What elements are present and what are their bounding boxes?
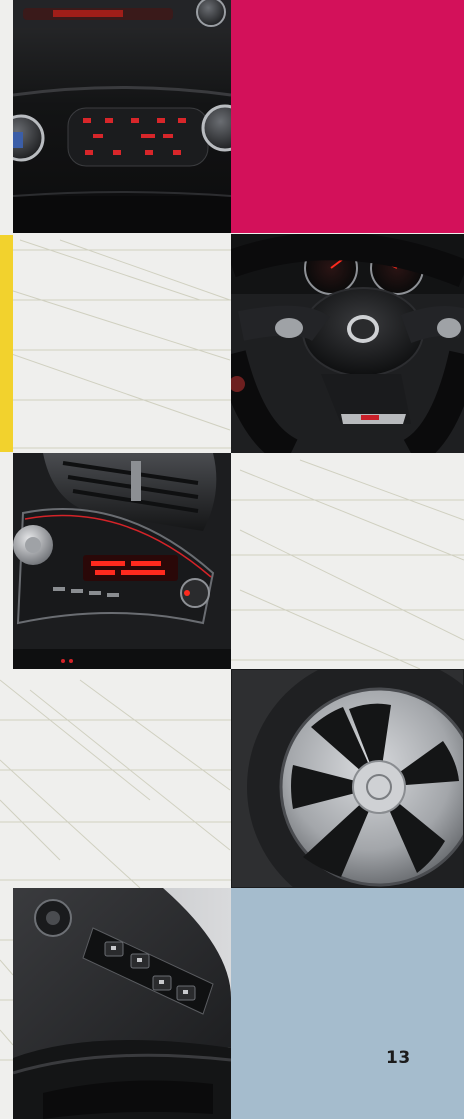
alloy-wheel-photo [231, 669, 464, 888]
radio-unit-photo [13, 453, 231, 669]
climate-control-photo [13, 0, 231, 233]
page-number: 13 [386, 1048, 411, 1068]
yellow-accent-bar [0, 235, 13, 452]
magenta-color-block [231, 0, 464, 233]
window-switch-panel-photo [13, 888, 231, 1119]
steering-wheel-photo [231, 234, 464, 453]
blue-color-block [231, 888, 464, 1119]
